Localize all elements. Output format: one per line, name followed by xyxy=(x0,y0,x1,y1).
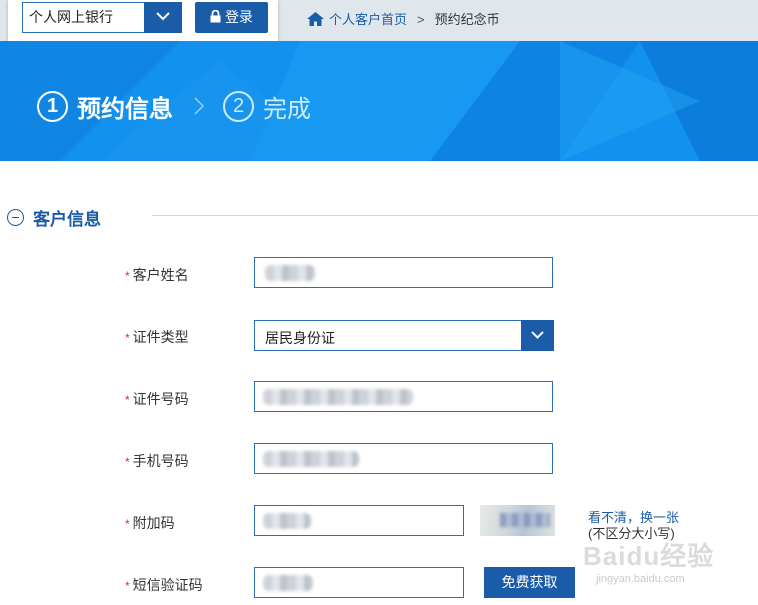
step-2-number: 2 xyxy=(223,91,254,122)
captcha-label: * 附加码 xyxy=(125,515,175,531)
required-mark: * xyxy=(125,331,130,345)
get-sms-code-button[interactable]: 免费获取 xyxy=(484,567,575,598)
login-label: 登录 xyxy=(225,9,253,25)
captcha-image[interactable] xyxy=(480,505,555,536)
breadcrumb-home-link[interactable]: 个人客户首页 xyxy=(329,12,407,27)
bank-type-value: 个人网上银行 xyxy=(29,9,113,25)
step-1-number: 1 xyxy=(37,91,68,122)
lock-icon xyxy=(210,3,221,34)
login-panel: 个人网上银行 登录 xyxy=(8,0,278,44)
chevron-down-icon[interactable] xyxy=(521,320,554,351)
required-mark: * xyxy=(125,517,130,531)
id-type-select[interactable]: 居民身份证 xyxy=(254,320,554,351)
breadcrumb-current: 预约纪念币 xyxy=(434,12,500,27)
required-mark: * xyxy=(125,269,130,283)
redacted-value xyxy=(263,575,313,591)
id-number-input[interactable] xyxy=(254,381,553,412)
name-label: * 客户姓名 xyxy=(125,267,189,283)
redacted-value xyxy=(263,389,413,405)
redacted-value xyxy=(265,265,315,281)
home-icon[interactable] xyxy=(306,11,325,30)
phone-input[interactable] xyxy=(254,443,553,474)
baidu-watermark-url: jingyan.baidu.com xyxy=(596,573,685,585)
baidu-watermark: Baidu经验 xyxy=(583,541,715,571)
bank-type-select[interactable]: 个人网上银行 xyxy=(22,2,182,33)
required-mark: * xyxy=(125,579,130,593)
id-type-value: 居民身份证 xyxy=(265,330,335,346)
section-header[interactable]: 客户信息 xyxy=(7,205,101,230)
id-number-label: * 证件号码 xyxy=(125,391,189,407)
customer-name-input[interactable] xyxy=(254,257,553,288)
breadcrumb: 个人客户首页 > 预约纪念币 xyxy=(306,9,500,30)
step-1: 1 预约信息 xyxy=(37,89,173,124)
section-divider xyxy=(152,215,758,216)
step-banner: 1 预约信息 2 完成 xyxy=(0,41,758,161)
step-2-label: 完成 xyxy=(263,96,311,123)
login-button[interactable]: 登录 xyxy=(195,2,268,33)
step-2: 2 完成 xyxy=(223,89,311,124)
chevron-down-icon[interactable] xyxy=(144,2,182,33)
collapse-icon[interactable] xyxy=(7,209,24,226)
captcha-input[interactable] xyxy=(254,505,464,536)
id-type-label: * 证件类型 xyxy=(125,329,189,345)
chevron-right-icon xyxy=(194,97,205,115)
redacted-value xyxy=(263,451,359,467)
sms-code-label: * 短信验证码 xyxy=(125,577,203,593)
sms-code-input[interactable] xyxy=(254,567,464,598)
required-mark: * xyxy=(125,455,130,469)
step-1-label: 预约信息 xyxy=(77,96,173,123)
section-title: 客户信息 xyxy=(33,210,101,229)
required-mark: * xyxy=(125,393,130,407)
breadcrumb-separator: > xyxy=(417,12,425,27)
phone-label: * 手机号码 xyxy=(125,453,189,469)
redacted-value xyxy=(263,513,311,529)
